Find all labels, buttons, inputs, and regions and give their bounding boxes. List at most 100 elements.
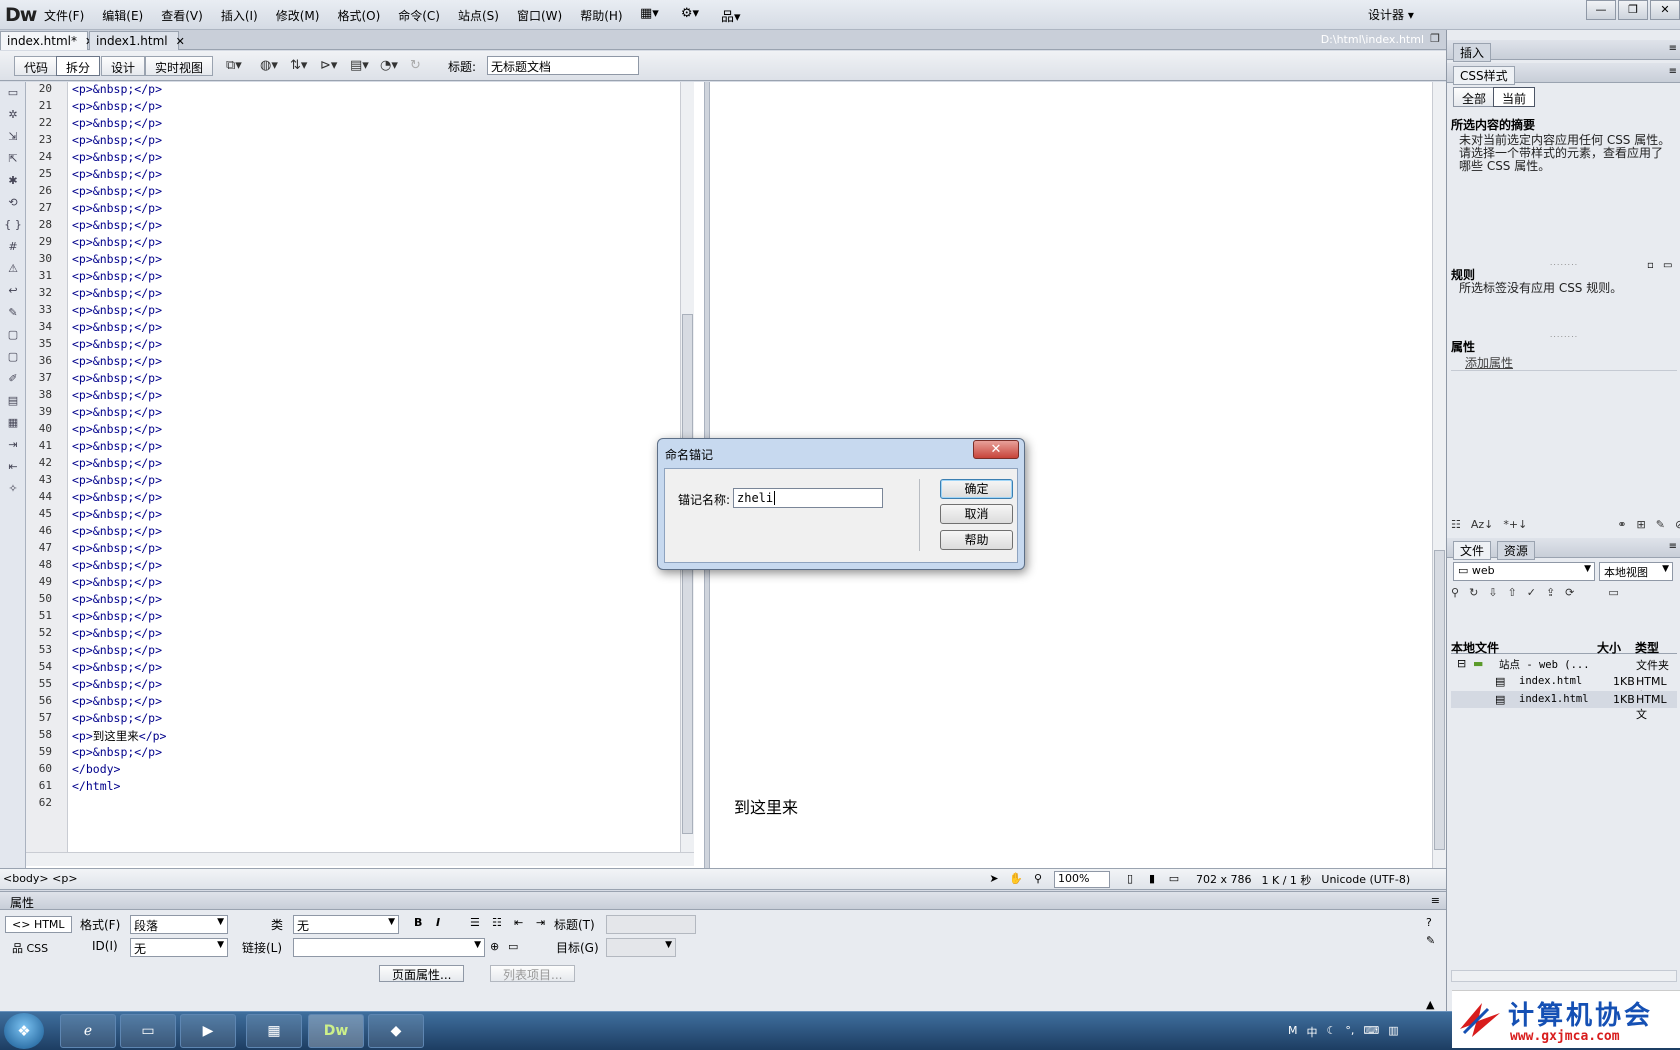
menu-file[interactable]: 文件(F) — [44, 7, 84, 24]
page-properties-button[interactable]: 页面属性... — [379, 965, 465, 982]
recent-snippets-icon[interactable]: ▤ — [0, 390, 26, 412]
zoom-select[interactable]: 100% — [1054, 871, 1110, 888]
site-icon[interactable]: 品▾ — [721, 6, 741, 25]
indent-icon[interactable]: ⇥ — [536, 916, 545, 929]
collapse-panel-icon[interactable]: ▲ — [1426, 998, 1434, 1011]
target-select[interactable]: ▼ — [606, 938, 676, 957]
refresh-icon[interactable]: ↻ — [410, 58, 421, 73]
col-size[interactable]: 大小 — [1597, 639, 1621, 656]
menu-edit[interactable]: 编辑(E) — [102, 7, 143, 24]
css-panel-header[interactable]: CSS样式 ≡ — [1447, 63, 1680, 85]
list-item-button[interactable]: 列表项目... — [490, 965, 576, 982]
split-view-button[interactable]: 拆分 — [56, 56, 101, 76]
restore-doc-icon[interactable]: ❐ — [1430, 32, 1440, 45]
tag-selector[interactable]: <body> <p> — [3, 872, 78, 885]
link-input[interactable]: ▼ — [293, 938, 485, 957]
dreamweaver-taskbar-icon[interactable]: Dw — [308, 1014, 364, 1048]
refresh-files-icon[interactable]: ↻ — [1469, 586, 1478, 599]
properties-header[interactable]: 属性 — [0, 892, 1446, 910]
syntax-coloring-icon[interactable]: ✎ — [0, 302, 26, 324]
collapse-tag-icon[interactable]: ⇲ — [0, 126, 26, 148]
add-property-link[interactable]: 添加属性 — [1465, 354, 1513, 371]
expand-all-icon[interactable]: ✱ — [0, 170, 26, 192]
panel-menu-icon[interactable]: ≡ — [1431, 894, 1440, 907]
menu-view[interactable]: 查看(V) — [161, 7, 203, 24]
browse-folder-icon[interactable]: ▭ — [508, 940, 518, 953]
highlight-invalid-icon[interactable]: ⚠ — [0, 258, 26, 280]
app-taskbar-icon[interactable]: ◆ — [368, 1014, 424, 1048]
code-view[interactable]: 20 21 22 23 24 25 26 27 28 29 30 31 32 3… — [26, 82, 704, 868]
resize-grip[interactable]: ........ — [1447, 258, 1680, 267]
remove-comment-icon[interactable]: ▢ — [0, 346, 26, 368]
indent-code-icon[interactable]: ⇥ — [0, 434, 26, 456]
window-size[interactable]: 702 x 786 — [1196, 873, 1252, 886]
resize-grip[interactable]: ........ — [1447, 330, 1680, 339]
mobile-size-icon[interactable]: ▯ — [1120, 872, 1140, 888]
files-tab[interactable]: 文件 — [1453, 541, 1492, 560]
dialog-close-button[interactable]: ✕ — [973, 440, 1019, 459]
file-management-icon[interactable]: ⇅▾ — [290, 58, 307, 73]
expand-panel-icon[interactable]: ▭ — [1608, 586, 1618, 599]
edit-rule-icon[interactable]: ✎ — [1656, 518, 1665, 531]
ok-button[interactable]: 确定 — [940, 479, 1013, 499]
get-files-icon[interactable]: ⇩ — [1488, 586, 1497, 599]
design-paragraph[interactable]: 到这里来 — [734, 794, 798, 818]
show-code-navigator-icon[interactable]: ✲ — [0, 104, 26, 126]
unordered-list-icon[interactable]: ☰ — [470, 916, 480, 929]
punctuation-icon[interactable]: °, — [1345, 1024, 1354, 1040]
class-select[interactable]: 无 ▼ — [293, 915, 399, 934]
design-vertical-scrollbar[interactable] — [1432, 82, 1446, 868]
site-select[interactable]: ▭ web ▼ — [1453, 562, 1595, 581]
outdent-code-icon[interactable]: ⇤ — [0, 456, 26, 478]
minimize-icon[interactable]: — — [1586, 0, 1616, 20]
italic-button[interactable]: I — [436, 916, 440, 929]
scrollbar-thumb[interactable] — [1434, 550, 1445, 850]
network-icon[interactable]: ▥ — [1388, 1024, 1398, 1040]
ie-taskbar-icon[interactable]: ℯ — [60, 1014, 116, 1048]
word-wrap-icon[interactable]: ↩ — [0, 280, 26, 302]
keyboard-icon[interactable]: ⌨ — [1363, 1024, 1379, 1040]
menu-help[interactable]: 帮助(H) — [580, 7, 622, 24]
visual-aids-icon[interactable]: ▤▾ — [350, 58, 369, 73]
quick-tag-icon[interactable]: ✎ — [1426, 934, 1435, 947]
col-type[interactable]: 类型 — [1635, 639, 1659, 656]
multiscreen-icon[interactable]: ⧉▾ — [226, 58, 242, 73]
panel-menu-icon[interactable]: ≡ — [1669, 541, 1677, 552]
point-to-file-icon[interactable]: ⊕ — [490, 940, 499, 953]
view-select[interactable]: 本地视图 ▼ — [1599, 562, 1673, 581]
document-title-input[interactable]: 无标题文档 — [487, 56, 639, 75]
line-numbers-icon[interactable]: # — [0, 236, 26, 258]
id-select[interactable]: 无 ▼ — [130, 938, 228, 957]
scrollbar-thumb[interactable] — [682, 314, 693, 834]
media-player-taskbar-icon[interactable]: ▶ — [180, 1014, 236, 1048]
windows-taskbar-icon[interactable]: ▦ — [246, 1014, 302, 1048]
explorer-taskbar-icon[interactable]: ▭ — [120, 1014, 176, 1048]
ime-mode[interactable]: 中 — [1307, 1024, 1318, 1040]
select-parent-tag-icon[interactable]: ⟲ — [0, 192, 26, 214]
workspace-switcher[interactable]: 设计器 ▾ — [1368, 6, 1414, 23]
code-horizontal-scrollbar[interactable] — [26, 852, 694, 866]
file-row-index1-html[interactable]: ▤ index1.html 1KB HTML 文 — [1451, 691, 1677, 721]
select-tool-icon[interactable]: ➤ — [984, 872, 1004, 888]
tab-close-icon[interactable]: ✕ — [176, 35, 185, 48]
menu-format[interactable]: 格式(O) — [337, 7, 380, 24]
menu-window[interactable]: 窗口(W) — [517, 7, 562, 24]
desktop-size-icon[interactable]: ▭ — [1164, 872, 1184, 888]
insert-panel-header[interactable]: 插入 ≡ — [1447, 40, 1680, 62]
new-rule-icon[interactable]: ⊞ — [1637, 518, 1646, 531]
connect-icon[interactable]: ⚲ — [1451, 586, 1459, 599]
apply-comment-icon[interactable]: ▢ — [0, 324, 26, 346]
help-icon[interactable]: ? — [1426, 916, 1432, 929]
collapse-selection-icon[interactable]: ⇱ — [0, 148, 26, 170]
format-select[interactable]: 段落 ▼ — [130, 915, 228, 934]
anchor-name-input[interactable]: zheli — [733, 488, 883, 508]
check-out-icon[interactable]: ✓ — [1527, 586, 1536, 599]
about-icon[interactable]: ▫ — [1647, 260, 1654, 271]
synchronize-icon[interactable]: ⟳ — [1565, 586, 1574, 599]
help-button[interactable]: 帮助 — [940, 530, 1013, 550]
ordered-list-icon[interactable]: ☷ — [492, 916, 502, 929]
menu-site[interactable]: 站点(S) — [458, 7, 499, 24]
file-row-index-html[interactable]: ▤ index.html 1KB HTML 文 — [1451, 673, 1677, 703]
layout-icon[interactable]: ▦▾ — [640, 6, 659, 25]
ime-icon[interactable]: M — [1288, 1024, 1298, 1040]
